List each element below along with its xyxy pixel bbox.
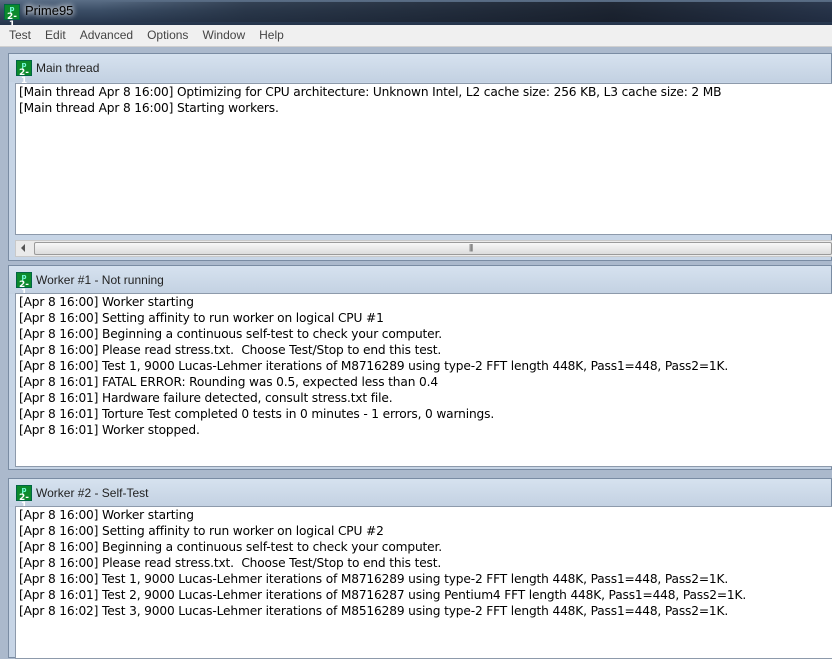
log-line: [Apr 8 16:00] Test 1, 9000 Lucas-Lehmer … [19,359,729,373]
worker-1-log[interactable]: [Apr 8 16:00] Worker starting [Apr 8 16:… [15,293,832,467]
window-title: Prime95 [25,3,74,18]
log-line: [Apr 8 16:00] Beginning a continuous sel… [19,540,442,554]
scrollbar-thumb[interactable] [34,242,832,255]
log-line: [Apr 8 16:00] Worker starting [19,508,194,522]
log-line: [Apr 8 16:00] Worker starting [19,295,194,309]
log-line: [Main thread Apr 8 16:00] Optimizing for… [19,85,722,99]
log-line: [Apr 8 16:00] Please read stress.txt. Ch… [19,343,442,357]
log-line: [Apr 8 16:01] Test 2, 9000 Lucas-Lehmer … [19,588,747,602]
log-line: [Apr 8 16:02] Test 3, 9000 Lucas-Lehmer … [19,604,729,618]
log-line: [Apr 8 16:00] Beginning a continuous sel… [19,327,442,341]
title-bar-background [100,2,832,22]
menu-window[interactable]: Window [196,26,251,45]
log-line: [Apr 8 16:01] Torture Test completed 0 t… [19,407,495,421]
prime95-icon: p2-1 [16,485,32,511]
horizontal-scrollbar[interactable]: ||| [15,240,832,257]
log-line: [Apr 8 16:01] FATAL ERROR: Rounding was … [19,375,438,389]
menu-advanced[interactable]: Advanced [74,26,139,45]
menu-help[interactable]: Help [253,26,290,45]
window-title-bar[interactable]: p2-1 Prime95 [0,0,832,30]
worker-2-title-bar[interactable]: p2-1 Worker #2 - Self-Test [9,479,831,511]
log-line: [Apr 8 16:01] Hardware failure detected,… [19,391,393,405]
worker-2-log[interactable]: [Apr 8 16:00] Worker starting [Apr 8 16:… [15,506,832,659]
main-thread-window[interactable]: p 2-1 Main thread [Main thread Apr 8 16:0… [8,53,832,261]
main-thread-title-bar[interactable]: p 2-1 Main thread [9,54,831,86]
prime95-icon[interactable]: p2-1 [4,4,20,30]
log-line: [Apr 8 16:00] Setting affinity to run wo… [19,524,384,538]
worker-2-title: Worker #2 - Self-Test [36,486,149,500]
log-line: [Apr 8 16:00] Test 1, 9000 Lucas-Lehmer … [19,572,729,586]
scrollbar-grip-icon: ||| [469,243,473,252]
main-thread-title: Main thread [36,61,100,75]
log-line: [Apr 8 16:00] Please read stress.txt. Ch… [19,556,442,570]
prime95-icon: p2-1 [16,60,32,86]
log-line: [Main thread Apr 8 16:00] Starting worke… [19,101,279,115]
worker-1-title-bar[interactable]: p2-1 Worker #1 - Not running [9,266,831,298]
worker-1-window[interactable]: p2-1 Worker #1 - Not running [Apr 8 16:0… [8,265,832,470]
menu-edit[interactable]: Edit [39,26,72,45]
menu-bar: Test Edit Advanced Options Window Help [0,25,832,47]
menu-options[interactable]: Options [141,26,194,45]
menu-test[interactable]: Test [3,26,37,45]
worker-1-title: Worker #1 - Not running [36,273,164,287]
prime95-icon: p2-1 [16,272,32,298]
worker-2-window[interactable]: p2-1 Worker #2 - Self-Test [Apr 8 16:00]… [8,478,832,659]
scroll-left-arrow-icon[interactable] [21,244,25,252]
log-line: [Apr 8 16:00] Setting affinity to run wo… [19,311,384,325]
log-line: [Apr 8 16:01] Worker stopped. [19,423,200,437]
mdi-client-area: p 2-1 Main thread [Main thread Apr 8 16:0… [0,47,832,659]
main-thread-log[interactable]: [Main thread Apr 8 16:00] Optimizing for… [15,83,832,235]
